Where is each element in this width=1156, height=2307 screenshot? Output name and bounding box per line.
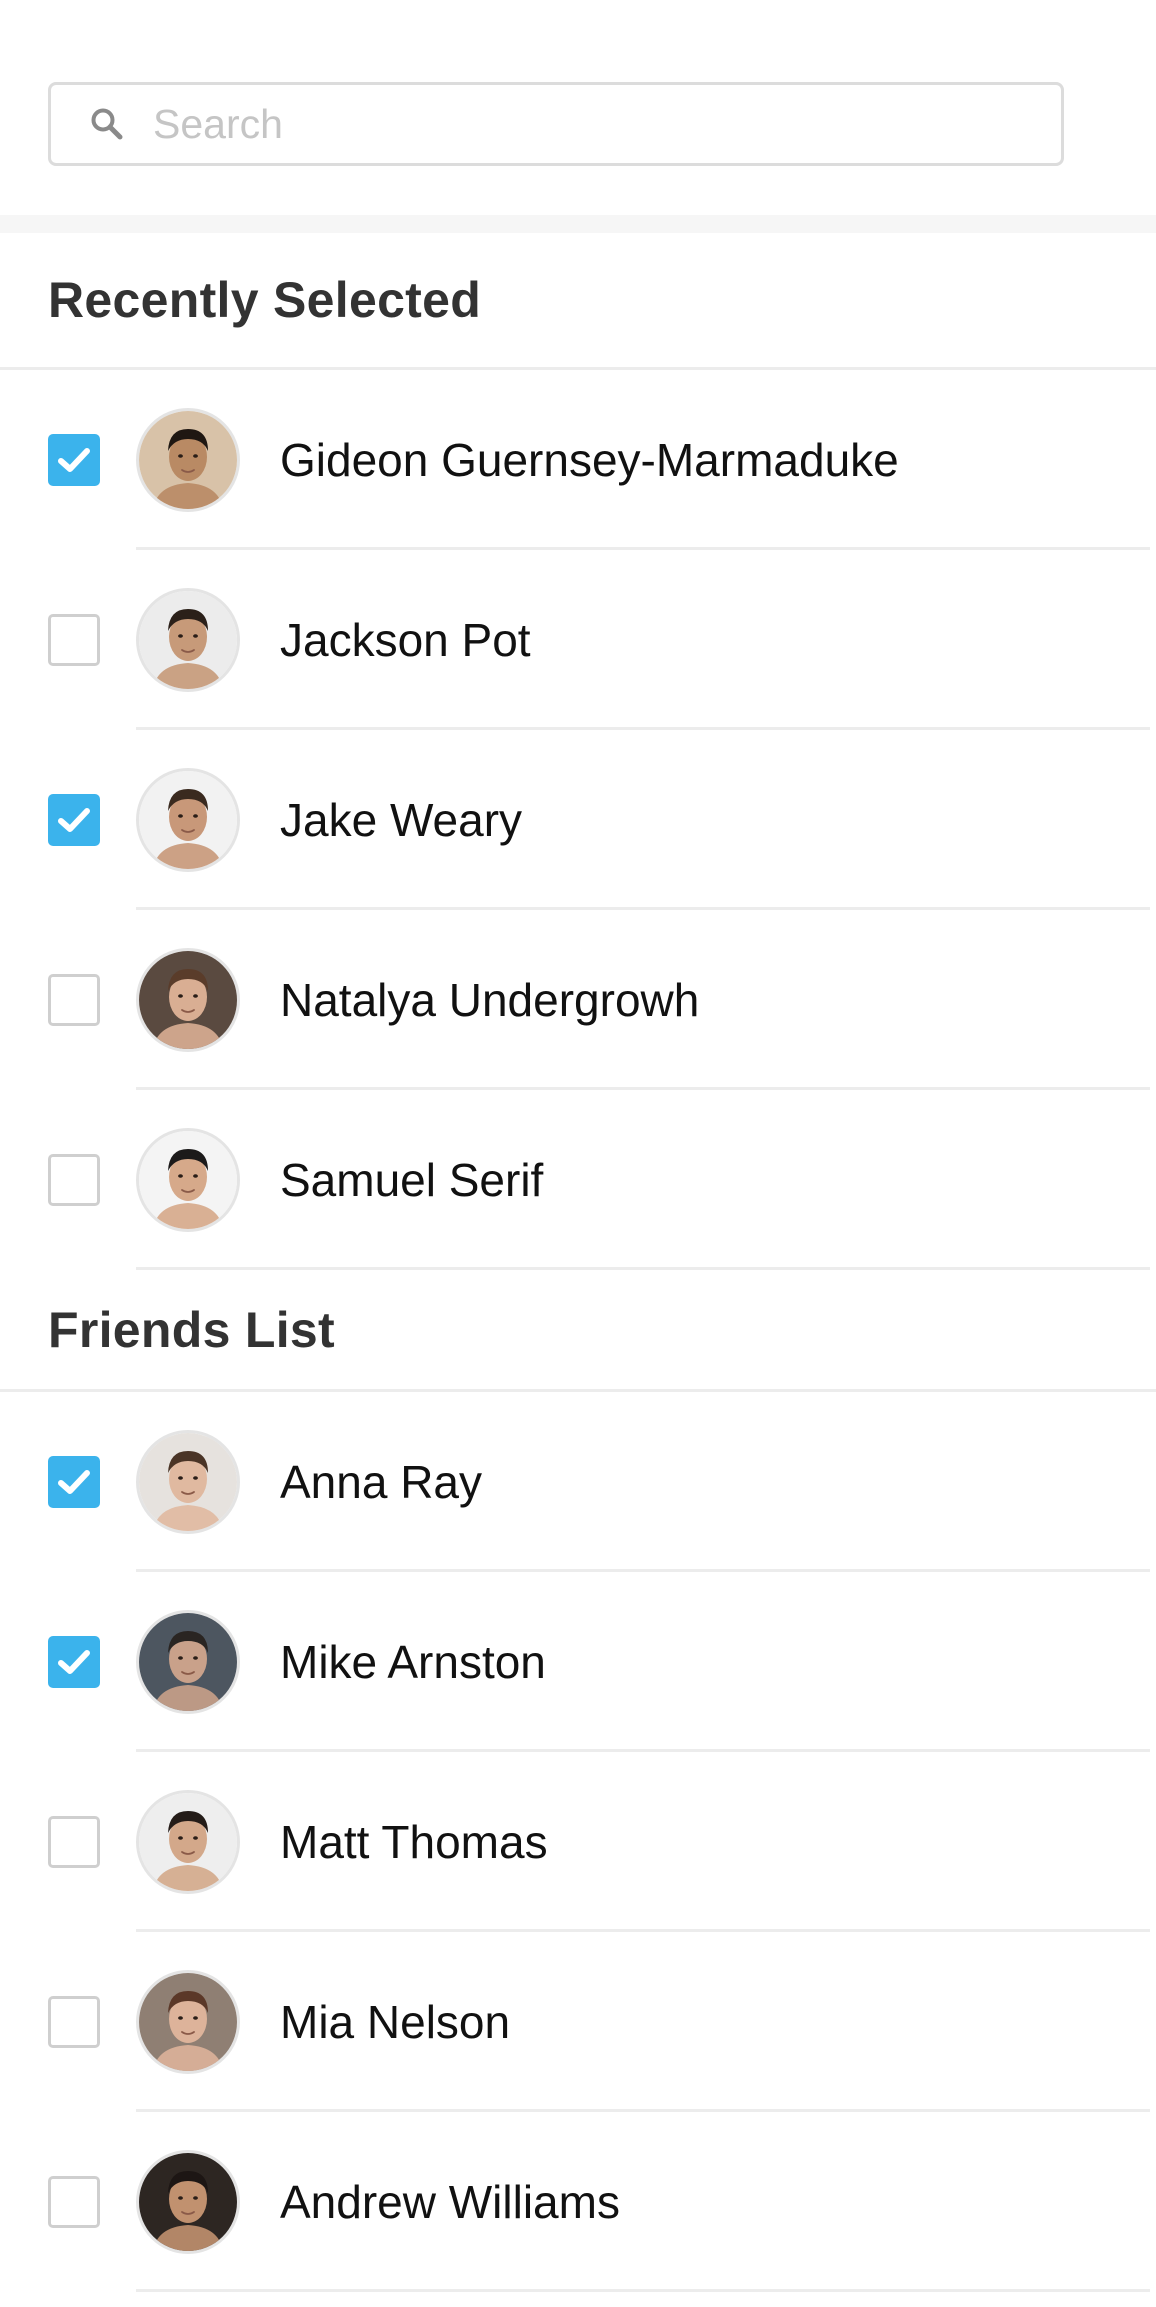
checkbox-unchecked[interactable] xyxy=(48,614,100,666)
avatar xyxy=(136,1610,240,1714)
contact-name: Andrew Williams xyxy=(280,2176,620,2228)
contact-row[interactable]: Andrew Williams xyxy=(0,2112,1156,2292)
contact-list: Recently Selected Gideon Guernsey-Marmadu… xyxy=(0,233,1156,2292)
contact-name: Natalya Undergrowh xyxy=(280,974,700,1026)
avatar xyxy=(136,768,240,872)
section-title: Friends List xyxy=(48,1301,335,1358)
contact-name: Mia Nelson xyxy=(280,1996,511,2048)
search-input[interactable] xyxy=(153,100,1013,148)
contact-name: Mike Arnston xyxy=(280,1636,546,1688)
checkbox-checked[interactable] xyxy=(48,1456,100,1508)
contact-row[interactable]: Samuel Serif xyxy=(0,1090,1156,1270)
avatar xyxy=(136,948,240,1052)
contact-row[interactable]: Natalya Undergrowh xyxy=(0,910,1156,1090)
avatar xyxy=(136,408,240,512)
contact-row[interactable]: Jake Weary xyxy=(0,730,1156,910)
checkmark-icon xyxy=(58,448,90,472)
checkmark-icon xyxy=(58,808,90,832)
checkbox-checked[interactable] xyxy=(48,1636,100,1688)
section-title: Recently Selected xyxy=(48,272,482,328)
avatar xyxy=(136,588,240,692)
contact-row[interactable]: Mia Nelson xyxy=(0,1932,1156,2112)
checkbox-checked[interactable] xyxy=(48,794,100,846)
checkbox-unchecked[interactable] xyxy=(48,2176,100,2228)
checkmark-icon xyxy=(58,1650,90,1674)
contact-name: Anna Ray xyxy=(280,1456,483,1508)
search-box[interactable] xyxy=(48,82,1064,166)
checkbox-unchecked[interactable] xyxy=(48,1996,100,2048)
avatar xyxy=(136,1430,240,1534)
contact-name: Matt Thomas xyxy=(280,1816,548,1868)
avatar xyxy=(136,1790,240,1894)
avatar xyxy=(136,1128,240,1232)
checkbox-unchecked[interactable] xyxy=(48,1154,100,1206)
contact-name: Gideon Guernsey-Marmaduke xyxy=(280,434,899,486)
search-icon xyxy=(89,106,125,142)
contact-name: Samuel Serif xyxy=(280,1154,544,1206)
contact-row[interactable]: Jackson Pot xyxy=(0,550,1156,730)
checkbox-unchecked[interactable] xyxy=(48,974,100,1026)
avatar xyxy=(136,1970,240,2074)
contact-name: Jackson Pot xyxy=(280,614,531,666)
section-header: Friends List xyxy=(0,1270,1156,1392)
avatar xyxy=(136,2150,240,2254)
contact-row[interactable]: Mike Arnston xyxy=(0,1572,1156,1752)
search-divider xyxy=(0,215,1156,233)
contact-row[interactable]: Anna Ray xyxy=(0,1392,1156,1572)
search-header xyxy=(0,0,1156,215)
contact-row[interactable]: Matt Thomas xyxy=(0,1752,1156,1932)
contact-row[interactable]: Gideon Guernsey-Marmaduke xyxy=(0,370,1156,550)
section-header: Recently Selected xyxy=(0,233,1156,370)
contact-name: Jake Weary xyxy=(280,794,523,846)
checkbox-checked[interactable] xyxy=(48,434,100,486)
checkmark-icon xyxy=(58,1470,90,1494)
checkbox-unchecked[interactable] xyxy=(48,1816,100,1868)
